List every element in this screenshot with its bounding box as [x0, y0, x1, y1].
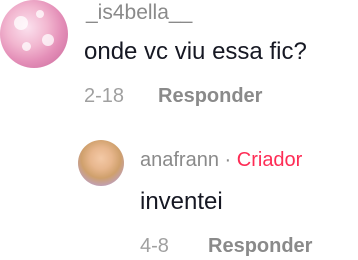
- commenter-avatar[interactable]: [0, 0, 68, 68]
- creator-avatar[interactable]: [78, 140, 124, 186]
- comment-date: 2-18: [84, 85, 125, 107]
- comment-thread: _is4bella__ onde vc viu essa fic? 2-18 R…: [0, 0, 358, 260]
- creator-badge: Criador: [236, 149, 303, 171]
- comment-text: onde vc viu essa fic?: [84, 38, 307, 65]
- reply-button[interactable]: Responder: [158, 86, 262, 106]
- commenter-username[interactable]: _is4bella__: [86, 2, 192, 23]
- reply-header: anafrann · Criador: [140, 150, 302, 170]
- reply-text: inventei: [140, 188, 223, 215]
- reply-username[interactable]: anafrann: [140, 149, 219, 171]
- reply-date: 4-8: [140, 235, 169, 257]
- separator-dot: ·: [224, 149, 232, 171]
- reply-reply-button[interactable]: Responder: [208, 236, 312, 256]
